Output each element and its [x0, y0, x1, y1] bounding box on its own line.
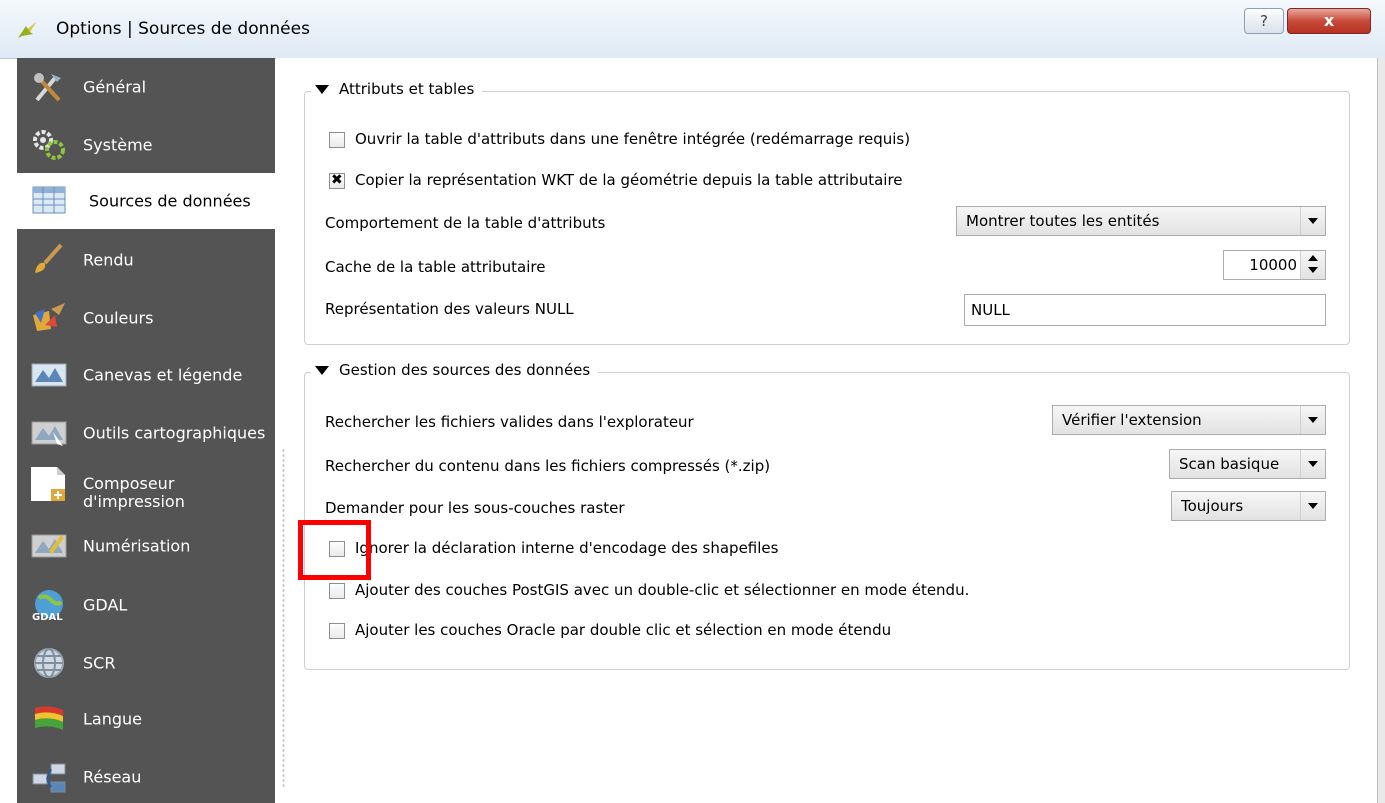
null-repr-label: Représentation des valeurs NULL	[325, 300, 574, 318]
datasources-group-header[interactable]: Gestion des sources des données	[311, 361, 599, 379]
chevron-down-icon	[1300, 406, 1325, 434]
group-title: Attributs et tables	[339, 80, 475, 98]
window-title: Options | Sources de données	[56, 19, 310, 39]
scrollbar-edge[interactable]	[1377, 58, 1385, 803]
flag-icon	[35, 706, 63, 730]
open-embedded-label: Ouvrir la table d'attributs dans une fen…	[355, 130, 911, 148]
settings-content: Attributs et tables Ouvrir la table d'at…	[292, 58, 1377, 803]
group-title: Gestion des sources des données	[339, 361, 591, 379]
datasources-group: Gestion des sources des données Recherch…	[304, 361, 1350, 670]
close-icon: x	[1323, 11, 1335, 30]
sidebar-item-gdal[interactable]: GDAL GDAL	[17, 580, 275, 630]
ignore-encoding-checkbox[interactable]	[329, 541, 345, 557]
map-tools-icon	[31, 421, 67, 446]
digitize-icon	[31, 534, 67, 558]
sidebar-item-label: Général	[83, 77, 147, 97]
sidebar-item-network[interactable]: Réseau	[17, 752, 275, 802]
globe-icon	[34, 648, 64, 678]
options-sidebar: Général Système Sources de données Rendu	[17, 58, 275, 803]
qgis-logo-icon	[18, 22, 36, 38]
sidebar-item-digitizing[interactable]: Numérisation	[17, 521, 275, 571]
copy-wkt-label: Copier la représentation WKT de la géomé…	[355, 171, 903, 189]
splitter-handle[interactable]	[276, 58, 292, 803]
scan-zip-label: Rechercher du contenu dans les fichiers …	[325, 457, 771, 475]
gdal-icon: GDAL	[32, 590, 63, 622]
postgis-dblclick-label: Ajouter des couches PostGIS avec un doub…	[355, 581, 970, 599]
collapse-triangle-icon	[315, 84, 329, 94]
sidebar-item-crs[interactable]: SCR	[17, 638, 275, 688]
scan-zip-dropdown[interactable]: Scan basique	[1169, 449, 1326, 479]
behavior-value: Montrer toutes les entités	[966, 212, 1160, 230]
sidebar-item-system[interactable]: Système	[17, 120, 275, 170]
sidebar-item-label: Système	[83, 135, 153, 155]
network-icon	[32, 763, 66, 793]
cache-spinbox[interactable]: 10000	[1223, 250, 1326, 280]
sidebar-item-canvas-legend[interactable]: Canevas et légende	[17, 350, 275, 400]
spin-down-icon	[1308, 267, 1318, 273]
null-repr-field[interactable]	[964, 294, 1326, 326]
sidebar-item-label: Couleurs	[83, 308, 154, 328]
map-canvas-icon	[31, 363, 67, 387]
sidebar-item-label: GDAL	[83, 595, 128, 615]
sidebar-item-label: Langue	[83, 709, 142, 729]
oracle-dblclick-checkbox[interactable]	[329, 623, 345, 639]
splitter-grip	[282, 448, 285, 788]
sidebar-item-label: Canevas et légende	[83, 365, 243, 385]
prompt-raster-dropdown[interactable]: Toujours	[1171, 491, 1326, 521]
behavior-label: Comportement de la table d'attributs	[325, 214, 606, 232]
help-button[interactable]: ?	[1244, 8, 1284, 34]
chevron-down-icon	[1300, 207, 1325, 235]
sidebar-item-label: Outils cartographiques	[83, 423, 266, 443]
spin-buttons[interactable]	[1300, 251, 1325, 279]
chevron-down-icon	[1300, 450, 1325, 478]
scan-zip-value: Scan basique	[1179, 455, 1280, 473]
sidebar-item-print-composer[interactable]: Composeur d'impression	[17, 465, 275, 521]
scan-valid-value: Vérifier l'extension	[1062, 411, 1202, 429]
sidebar-item-label: Composeur d'impression	[83, 474, 185, 511]
sidebar-item-language[interactable]: Langue	[17, 694, 275, 744]
postgis-dblclick-checkbox[interactable]	[329, 583, 345, 599]
sidebar-item-label: Rendu	[83, 250, 134, 270]
svg-text:GDAL: GDAL	[32, 612, 63, 622]
help-icon: ?	[1260, 12, 1268, 30]
title-bar: Options | Sources de données ? x	[0, 0, 1385, 59]
table-icon	[32, 186, 66, 214]
cache-value: 10000	[1249, 256, 1297, 274]
sidebar-item-general[interactable]: Général	[17, 62, 275, 112]
tools-icon	[34, 73, 61, 102]
sidebar-item-rendering[interactable]: Rendu	[17, 235, 275, 285]
sidebar-item-data-sources[interactable]: Sources de données	[17, 173, 275, 229]
palette-icon	[33, 303, 65, 331]
collapse-triangle-icon	[315, 365, 329, 375]
sidebar-item-label: Sources de données	[89, 191, 251, 211]
print-composer-icon	[31, 467, 65, 501]
chevron-down-icon	[1300, 492, 1325, 520]
prompt-raster-label: Demander pour les sous-couches raster	[325, 499, 625, 517]
open-embedded-checkbox[interactable]	[329, 132, 345, 148]
scan-valid-label: Rechercher les fichiers valides dans l'e…	[325, 413, 694, 431]
sidebar-item-label: Réseau	[83, 767, 142, 787]
null-repr-input[interactable]	[971, 301, 1311, 319]
sidebar-item-label: Numérisation	[83, 536, 191, 556]
cache-label: Cache de la table attributaire	[325, 258, 546, 276]
ignore-encoding-label: Ignorer la déclaration interne d'encodag…	[355, 539, 779, 557]
sidebar-item-colors[interactable]: Couleurs	[17, 293, 275, 343]
gears-icon	[33, 130, 65, 160]
copy-wkt-checkbox[interactable]	[329, 172, 345, 189]
scan-valid-dropdown[interactable]: Vérifier l'extension	[1052, 405, 1326, 435]
sidebar-item-label: SCR	[83, 653, 116, 673]
spin-up-icon	[1308, 255, 1318, 261]
brush-icon	[35, 243, 63, 273]
attributes-tables-group: Attributs et tables Ouvrir la table d'at…	[304, 80, 1350, 345]
prompt-raster-value: Toujours	[1181, 497, 1244, 515]
behavior-dropdown[interactable]: Montrer toutes les entités	[956, 206, 1326, 236]
attributes-tables-group-header[interactable]: Attributs et tables	[311, 80, 483, 98]
sidebar-item-map-tools[interactable]: Outils cartographiques	[17, 408, 275, 458]
oracle-dblclick-label: Ajouter les couches Oracle par double cl…	[355, 621, 892, 639]
close-button[interactable]: x	[1287, 8, 1371, 34]
